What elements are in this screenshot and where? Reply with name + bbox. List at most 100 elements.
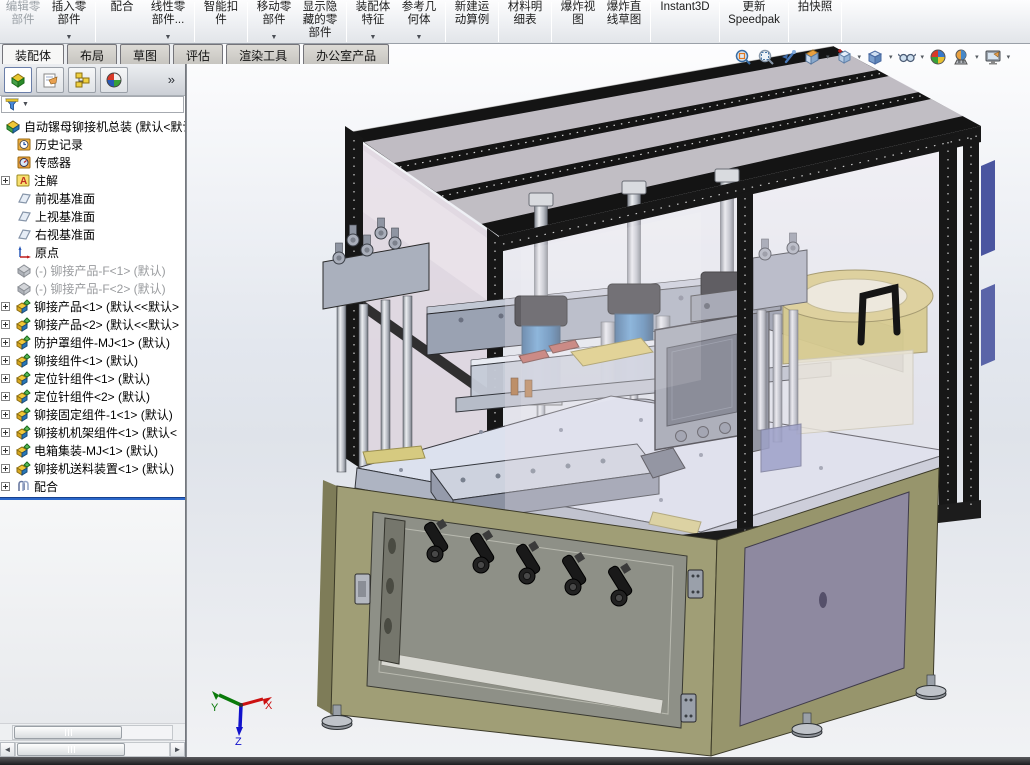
ribbon-separator (346, 2, 347, 42)
tree-item-label: 铆接产品<2> (默认<<默认> (34, 316, 179, 333)
apply-scene-icon[interactable] (951, 47, 971, 67)
view-orientation-icon[interactable] (834, 47, 854, 67)
dropdown-arrow-icon[interactable]: ▾ (1006, 53, 1012, 61)
3d-viewport[interactable]: ▾ ▾ ▾ ▾ ▾ ▾ (186, 44, 1030, 757)
ribbon-button-assembly-features[interactable]: 装配体特征▼ (350, 0, 396, 44)
tree-item-label: 前视基准面 (35, 190, 95, 207)
scrollbar-thumb[interactable] (14, 726, 122, 739)
tree-item[interactable]: 铆接机机架组件<1> (默认< (0, 423, 185, 441)
tree-item[interactable]: 配合 (0, 477, 185, 495)
ribbon-button-move-component[interactable]: 移动零部件▼ (251, 0, 297, 44)
tree-expander[interactable] (1, 464, 10, 473)
tree-item[interactable]: 铆接产品<2> (默认<<默认> (0, 315, 185, 333)
zoom-to-area-icon[interactable] (756, 47, 776, 67)
tree-expander[interactable] (1, 482, 10, 491)
previous-view-icon[interactable] (779, 47, 799, 67)
dropdown-arrow-icon[interactable]: ▾ (857, 53, 863, 61)
tree-item[interactable]: 上视基准面 (0, 207, 185, 225)
tree-item[interactable]: 定位针组件<2> (默认) (0, 387, 185, 405)
configurationmanager-icon[interactable] (68, 67, 96, 93)
ribbon-button-smart-fasteners[interactable]: 智能扣件 (198, 0, 244, 44)
featuremanager-tree-icon[interactable] (4, 67, 32, 93)
displaymanager-icon[interactable] (100, 67, 128, 93)
section-view-icon[interactable] (802, 47, 822, 67)
ribbon-button-bill-of-materials[interactable]: 材料明细表 (502, 0, 548, 44)
tree-item-label: 电箱集装-MJ<1> (默认) (34, 442, 158, 459)
tree-expander[interactable] (1, 302, 10, 311)
dropdown-arrow-icon[interactable]: ▾ (825, 53, 831, 61)
hide-show-items-icon[interactable] (897, 47, 917, 67)
ribbon-button-explode-line-sketch[interactable]: 爆炸直线草图 (601, 0, 647, 44)
propertymanager-icon[interactable] (36, 67, 64, 93)
tree-item-label: 上视基准面 (35, 208, 95, 225)
edit-appearance-icon[interactable] (928, 47, 948, 67)
tree-item[interactable]: (-) 铆接产品-F<1> (默认) (0, 261, 185, 279)
tree-item[interactable]: (-) 铆接产品-F<2> (默认) (0, 279, 185, 297)
tree-expander[interactable] (1, 176, 10, 185)
svg-text:A: A (20, 176, 27, 187)
tree-item[interactable]: 定位针组件<1> (默认) (0, 369, 185, 387)
ribbon-button-linear-component-pattern[interactable]: 线性零部件...▼ (145, 0, 191, 44)
tree-item[interactable]: 防护罩组件-MJ<1> (默认) (0, 333, 185, 351)
tree-expander[interactable] (1, 392, 10, 401)
ribbon-separator (498, 2, 499, 42)
ribbon-button-mate[interactable]: 配合 (99, 0, 145, 44)
ribbon-separator (445, 2, 446, 42)
tab-评估[interactable]: 评估 (173, 44, 223, 64)
tree-item[interactable]: 铆接产品<1> (默认<<默认> (0, 297, 185, 315)
tree-expander[interactable] (1, 338, 10, 347)
subassembly-icon (15, 461, 32, 476)
tree-expander[interactable] (1, 356, 10, 365)
tree-item[interactable]: 铆接组件<1> (默认) (0, 351, 185, 369)
origin-icon (16, 245, 33, 260)
display-style-icon[interactable] (865, 47, 885, 67)
ribbon-button-take-snapshot[interactable]: 拍快照 (792, 0, 838, 44)
tree-item[interactable]: 前视基准面 (0, 189, 185, 207)
tree-item[interactable]: 铆接固定组件-1<1> (默认) (0, 405, 185, 423)
ribbon-button-new-motion-study[interactable]: 新建运动算例 (449, 0, 495, 44)
ribbon-button-show-hidden-components[interactable]: 显示隐藏的零部件 (297, 0, 343, 44)
tree-expander[interactable] (1, 446, 10, 455)
tree-item[interactable]: 传感器 (0, 153, 185, 171)
tree-item[interactable]: 右视基准面 (0, 225, 185, 243)
tree-expander[interactable] (1, 428, 10, 437)
ribbon-button-update-speedpak[interactable]: 更新Speedpak (723, 0, 785, 44)
ribbon-separator (788, 2, 789, 42)
tab-装配体[interactable]: 装配体 (2, 44, 64, 64)
dropdown-arrow-icon[interactable]: ▾ (888, 53, 894, 61)
tree-filter[interactable]: ▼ (1, 96, 184, 113)
command-manager-ribbon: 编辑零部件插入零部件▼配合线性零部件...▼智能扣件移动零部件▼显示隐藏的零部件… (0, 0, 1030, 44)
scroll-left-arrow[interactable]: ◄ (0, 742, 15, 757)
tree-expander[interactable] (1, 320, 10, 329)
subassembly-icon (15, 371, 32, 386)
plane-icon (16, 209, 33, 224)
tree-item[interactable]: 原点 (0, 243, 185, 261)
scrollbar-thumb[interactable] (17, 743, 125, 756)
tree-item[interactable]: 自动镙母铆接机总装 (默认<默认 (0, 117, 185, 135)
tree-item-label: 铆接产品<1> (默认<<默认> (34, 298, 179, 315)
tree-item[interactable]: A注解 (0, 171, 185, 189)
ribbon-button-instant3d[interactable]: Instant3D (654, 0, 716, 44)
ribbon-button-insert-components[interactable]: 插入零部件▼ (46, 0, 92, 44)
tree-expander[interactable] (1, 374, 10, 383)
tree-horizontal-scrollbar[interactable] (0, 723, 185, 740)
scroll-right-arrow[interactable]: ► (170, 742, 185, 757)
tree-expander[interactable] (1, 410, 10, 419)
tree-item[interactable]: 历史记录 (0, 135, 185, 153)
panel-horizontal-scrollbar[interactable]: ◄ ► (0, 740, 185, 757)
panel-expand-chevron[interactable]: » (168, 72, 181, 87)
ribbon-button-exploded-view[interactable]: 爆炸视图 (555, 0, 601, 44)
view-settings-icon[interactable] (983, 47, 1003, 67)
tab-渲染工具[interactable]: 渲染工具 (226, 44, 300, 64)
zoom-to-fit-icon[interactable] (733, 47, 753, 67)
dropdown-arrow-icon[interactable]: ▾ (920, 53, 926, 61)
tree-item-label: 铆接固定组件-1<1> (默认) (34, 406, 173, 423)
ribbon-button-reference-geometry[interactable]: 参考几何体▼ (396, 0, 442, 44)
filter-dropdown-arrow[interactable]: ▼ (22, 101, 29, 108)
tree-item[interactable]: 电箱集装-MJ<1> (默认) (0, 441, 185, 459)
tab-办公室产品[interactable]: 办公室产品 (303, 44, 389, 64)
tab-草图[interactable]: 草图 (120, 44, 170, 64)
dropdown-arrow-icon[interactable]: ▾ (974, 53, 980, 61)
tab-布局[interactable]: 布局 (67, 44, 117, 64)
tree-item[interactable]: 铆接机送料装置<1> (默认) (0, 459, 185, 477)
